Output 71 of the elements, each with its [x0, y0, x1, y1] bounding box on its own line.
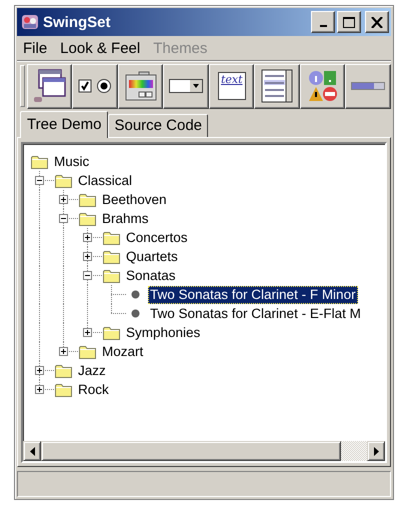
tree-node-label[interactable]: Classical	[76, 172, 134, 190]
tab[interactable]: Source Code	[108, 114, 208, 137]
minus-box-icon[interactable]	[35, 176, 44, 185]
progress-bar-icon	[351, 82, 386, 90]
left-arrow-icon	[30, 446, 34, 456]
folder-icon	[103, 250, 120, 264]
toolbar-grip[interactable]	[20, 65, 25, 107]
combo-box-icon	[169, 79, 204, 93]
plus-box-icon[interactable]	[35, 385, 44, 394]
tab[interactable]: Tree Demo	[20, 111, 108, 138]
toolbar-button[interactable]	[345, 64, 391, 108]
tree-node-label[interactable]: Two Sonatas for Clarinet - F Minor	[148, 286, 358, 304]
maximize-button[interactable]	[337, 11, 361, 33]
folder-icon	[103, 230, 120, 244]
dialog-icons-icon	[308, 70, 338, 102]
tree-node-label[interactable]: Rock	[76, 380, 111, 398]
plus-box-icon[interactable]	[59, 347, 68, 356]
menu-item[interactable]: File	[23, 40, 48, 56]
tree-node-label[interactable]: Symphonies	[124, 324, 202, 342]
toolbar-button[interactable]	[163, 64, 209, 108]
window-title: SwingSet	[43, 14, 112, 30]
tree-node-label[interactable]: Mozart	[100, 342, 146, 360]
folder-icon	[55, 364, 72, 378]
folder-icon	[79, 344, 96, 358]
toolbar-button[interactable]	[300, 64, 346, 108]
tree-node-label[interactable]: Beethoven	[100, 190, 169, 208]
tree-node-label[interactable]: Concertos	[124, 228, 190, 246]
tree-node-label[interactable]: Two Sonatas for Clarinet - E-Flat M	[148, 304, 363, 322]
folder-icon	[103, 326, 120, 340]
toolbar-button[interactable]	[72, 64, 118, 108]
dot-icon	[131, 290, 140, 299]
color-palette-icon	[124, 71, 157, 101]
folder-icon	[55, 382, 72, 396]
minimize-button[interactable]	[311, 11, 335, 33]
toolbar-button[interactable]	[118, 64, 164, 108]
right-arrow-icon	[374, 446, 378, 456]
folder-icon	[31, 154, 48, 168]
folder-icon	[103, 268, 120, 282]
maximize-icon	[343, 16, 355, 28]
scroll-thumb[interactable]	[41, 441, 341, 461]
plus-box-icon[interactable]	[83, 328, 92, 337]
tree-node-label[interactable]: Jazz	[76, 362, 108, 380]
tree-node-label[interactable]: Quartets	[124, 248, 180, 266]
horizontal-scrollbar[interactable]	[23, 441, 385, 461]
minimize-icon	[320, 25, 326, 27]
close-button[interactable]	[365, 11, 389, 33]
windows-icon	[32, 69, 67, 103]
toolbar-button[interactable]	[26, 64, 72, 108]
folder-icon	[55, 174, 72, 188]
tree-node-label[interactable]: Sonatas	[124, 266, 178, 284]
tree-node-label[interactable]: Music	[52, 152, 92, 170]
toolbar-button[interactable]: text	[208, 64, 254, 108]
minus-box-icon[interactable]	[83, 271, 92, 280]
minus-box-icon[interactable]	[59, 214, 68, 223]
plus-box-icon[interactable]	[83, 252, 92, 261]
checkbox-radio-icon	[78, 78, 112, 94]
scroll-left-button[interactable]	[23, 441, 41, 461]
folder-icon	[79, 212, 96, 226]
plus-box-icon[interactable]	[83, 233, 92, 242]
menu-item[interactable]: Look & Feel	[60, 40, 140, 56]
dot-icon	[131, 309, 140, 318]
toolbar-button[interactable]	[254, 64, 300, 108]
text-field-icon: text	[218, 72, 246, 100]
app-icon	[21, 13, 39, 31]
tree-node-label[interactable]: Brahms	[100, 210, 151, 228]
list-icon	[260, 69, 294, 103]
folder-icon	[79, 192, 96, 206]
scroll-right-button[interactable]	[367, 441, 385, 461]
plus-box-icon[interactable]	[59, 195, 68, 204]
plus-box-icon[interactable]	[35, 366, 44, 375]
close-icon	[371, 16, 383, 28]
